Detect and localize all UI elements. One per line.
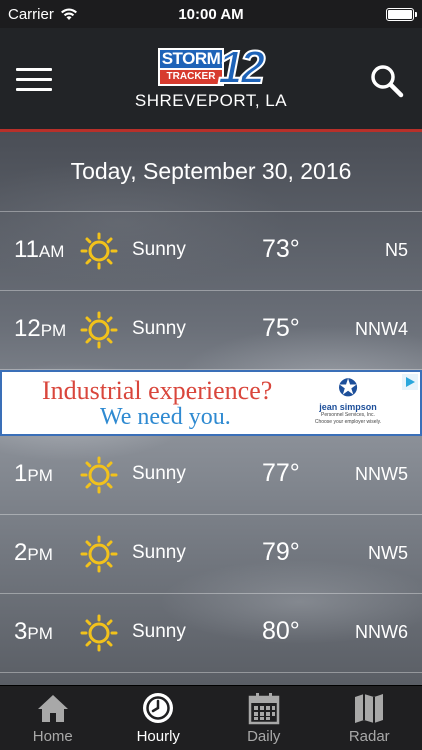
hour-period: PM: [27, 466, 53, 485]
hourly-row[interactable]: 1PM Sunny 77° NNW5: [0, 436, 422, 515]
wind: N5: [384, 240, 408, 260]
sun-icon: [80, 614, 118, 652]
ad-banner[interactable]: Industrial experience? We need you. ✪ je…: [0, 370, 422, 436]
hour-time: 1PM: [14, 460, 53, 488]
tab-radar[interactable]: Radar: [317, 686, 422, 750]
tab-label: Home: [32, 728, 73, 745]
ad-headline: Industrial experience?: [42, 376, 273, 405]
hour-period: PM: [27, 545, 53, 564]
sun-icon: [80, 311, 118, 349]
tab-label: Hourly: [136, 728, 180, 745]
ad-brand-sub: Personnel Services, Inc.: [321, 412, 375, 418]
logo-number: 12: [217, 41, 266, 93]
hourly-row[interactable]: 11AM Sunny 73° N5: [0, 212, 422, 291]
hour-period: PM: [27, 624, 53, 643]
status-bar: Carrier 10:00 AM: [0, 0, 422, 28]
ad-brand-name: jean simpson: [319, 402, 377, 412]
battery-icon: [386, 7, 417, 21]
ad-tagline: Choose your employer wisely.: [314, 419, 382, 425]
tab-daily[interactable]: Daily: [211, 686, 317, 750]
sun-icon: [80, 535, 118, 573]
hour-time: 2PM: [14, 539, 53, 567]
ad-subline: We need you.: [100, 404, 231, 430]
logo-tracker-text: TRACKER: [158, 70, 224, 86]
temperature: 73°: [262, 235, 300, 263]
hour-time: 12PM: [14, 315, 66, 343]
date-header: Today, September 30, 2016: [0, 132, 422, 212]
app-header: STORM TRACKER 12 SHREVEPORT, LA: [0, 28, 422, 132]
calendar-icon: [248, 693, 279, 725]
tab-label: Radar: [348, 728, 390, 745]
condition-label: Sunny: [132, 542, 186, 563]
tab-home[interactable]: Home: [0, 686, 106, 750]
sun-icon: [80, 456, 118, 494]
hour-time: 3PM: [14, 618, 53, 646]
date-label: Today, September 30, 2016: [70, 158, 352, 184]
search-icon[interactable]: [368, 62, 406, 100]
hour-value: 11: [14, 236, 39, 263]
condition-label: Sunny: [132, 463, 186, 484]
hour-period: PM: [40, 321, 67, 340]
clock-icon: [143, 693, 174, 723]
tab-bar: Home Hourly Daily Radar: [0, 685, 422, 750]
ad-logo-icon: ✪: [337, 375, 359, 402]
sun-icon: [80, 232, 118, 270]
tab-hourly[interactable]: Hourly: [106, 686, 212, 750]
temperature: 80°: [262, 617, 300, 645]
temperature: 77°: [262, 459, 300, 487]
temperature: 75°: [262, 314, 300, 342]
hour-value: 12: [14, 315, 41, 342]
hour-time: 11AM: [14, 236, 64, 264]
hour-value: 2: [14, 539, 28, 566]
status-time: 10:00 AM: [178, 5, 244, 23]
tab-label: Daily: [247, 728, 281, 745]
condition-label: Sunny: [132, 239, 186, 260]
ad-brand-logo: ✪ jean simpson Personnel Services, Inc. …: [302, 376, 394, 432]
storm-tracker-logo: STORM TRACKER 12: [158, 43, 266, 91]
hourly-row[interactable]: 2PM Sunny 79° NW5: [0, 515, 422, 594]
hourly-row[interactable]: 3PM Sunny 80° NNW6: [0, 594, 422, 673]
temperature: 79°: [262, 538, 300, 566]
wind: NNW4: [355, 319, 408, 339]
wind: NW5: [368, 543, 408, 563]
condition-label: Sunny: [132, 621, 186, 642]
hour-period: AM: [38, 242, 65, 261]
ad-choices-icon[interactable]: [402, 374, 418, 390]
hour-value: 1: [14, 460, 28, 487]
map-icon: [355, 694, 384, 723]
home-icon: [37, 695, 68, 722]
wind: NNW6: [355, 622, 408, 642]
wind: NNW5: [355, 464, 408, 484]
hourly-row[interactable]: 12PM Sunny 75° NNW4: [0, 291, 422, 370]
logo-storm-text: STORM: [158, 48, 224, 70]
location-label: SHREVEPORT, LA: [134, 91, 288, 110]
condition-label: Sunny: [132, 318, 186, 339]
hour-value: 3: [14, 618, 28, 645]
